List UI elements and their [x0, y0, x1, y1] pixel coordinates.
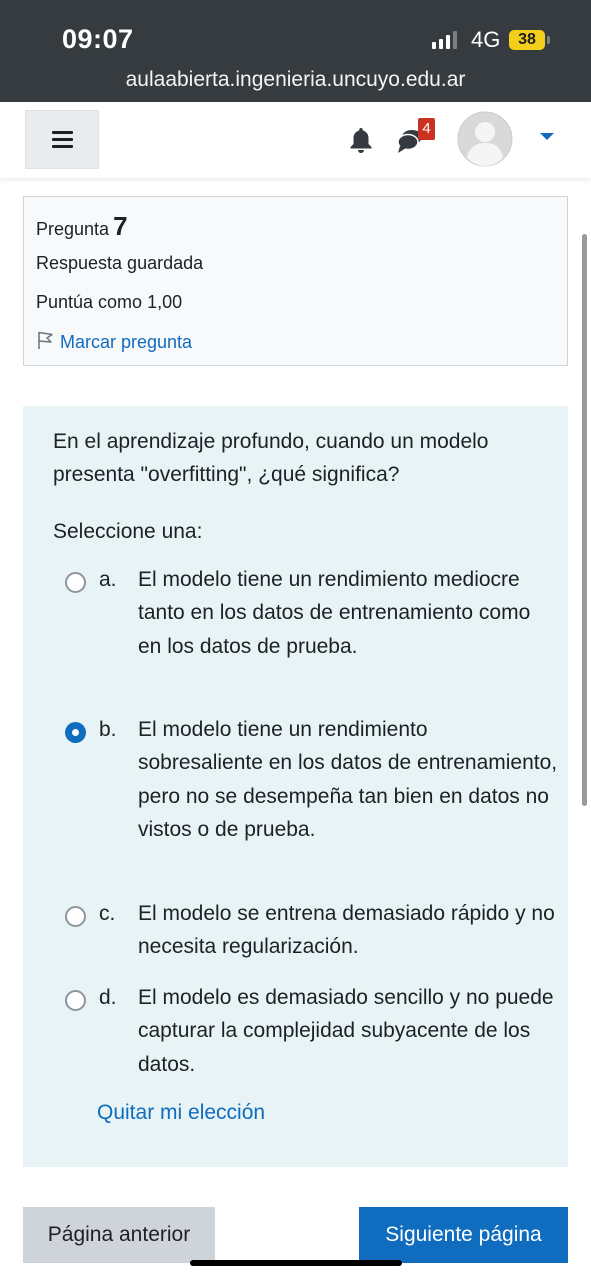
radio-c[interactable] — [65, 906, 86, 927]
messages-badge: 4 — [418, 118, 435, 140]
question-grade: Puntúa como 1,00 — [36, 292, 183, 312]
radio-a[interactable] — [65, 572, 86, 593]
question-info-box: Pregunta 7 Respuesta guardada Puntúa como… — [23, 196, 568, 366]
user-avatar-icon[interactable] — [457, 111, 513, 167]
question-box: En el aprendizaje profundo, cuando un mo… — [23, 406, 568, 1167]
option-text[interactable]: El modelo se entrena demasiado rápido y … — [138, 897, 558, 964]
caret-down-icon[interactable] — [540, 133, 554, 140]
status-time: 09:07 — [62, 24, 134, 54]
question-label: Pregunta — [36, 219, 110, 239]
option-text[interactable]: El modelo es demasiado sencillo y no pue… — [138, 981, 558, 1081]
menu-button[interactable] — [25, 110, 99, 169]
flag-label: Marcar pregunta — [60, 332, 193, 352]
question-number-label: Pregunta 7 — [36, 211, 128, 242]
option-text[interactable]: El modelo tiene un rendimiento mediocre … — [138, 563, 558, 663]
next-page-button[interactable]: Siguiente página — [359, 1207, 568, 1263]
radio-d[interactable] — [65, 990, 86, 1011]
option-letter: c. — [99, 902, 116, 925]
answer-prompt: Seleccione una: — [53, 520, 203, 543]
question-state: Respuesta guardada — [36, 253, 204, 273]
option-letter: b. — [99, 718, 117, 741]
question-number: 7 — [113, 211, 128, 241]
option-letter: d. — [99, 986, 117, 1009]
battery-icon: 38 — [509, 30, 545, 50]
top-navbar: 4 — [0, 102, 591, 178]
network-type: 4G — [471, 27, 501, 52]
page-scrollbar[interactable] — [582, 234, 587, 806]
hamburger-icon — [51, 131, 73, 148]
signal-icon — [432, 31, 457, 49]
bell-icon[interactable] — [348, 126, 374, 159]
battery-tip — [547, 36, 550, 44]
home-indicator[interactable] — [190, 1260, 402, 1266]
flag-question-link[interactable]: Marcar pregunta — [36, 330, 192, 355]
previous-page-button[interactable]: Página anterior — [23, 1207, 215, 1263]
clear-choice-link[interactable]: Quitar mi elección — [97, 1101, 265, 1125]
option-letter: a. — [99, 568, 117, 591]
flag-icon — [36, 330, 54, 355]
option-text[interactable]: El modelo tiene un rendimiento sobresali… — [138, 713, 558, 846]
radio-b[interactable] — [65, 722, 86, 743]
question-text: En el aprendizaje profundo, cuando un mo… — [53, 430, 489, 486]
browser-url[interactable]: aulaabierta.ingenieria.uncuyo.edu.ar — [0, 68, 591, 92]
status-bar: 09:07 4G 38 aulaabierta.ingenieria.uncuy… — [0, 0, 591, 102]
